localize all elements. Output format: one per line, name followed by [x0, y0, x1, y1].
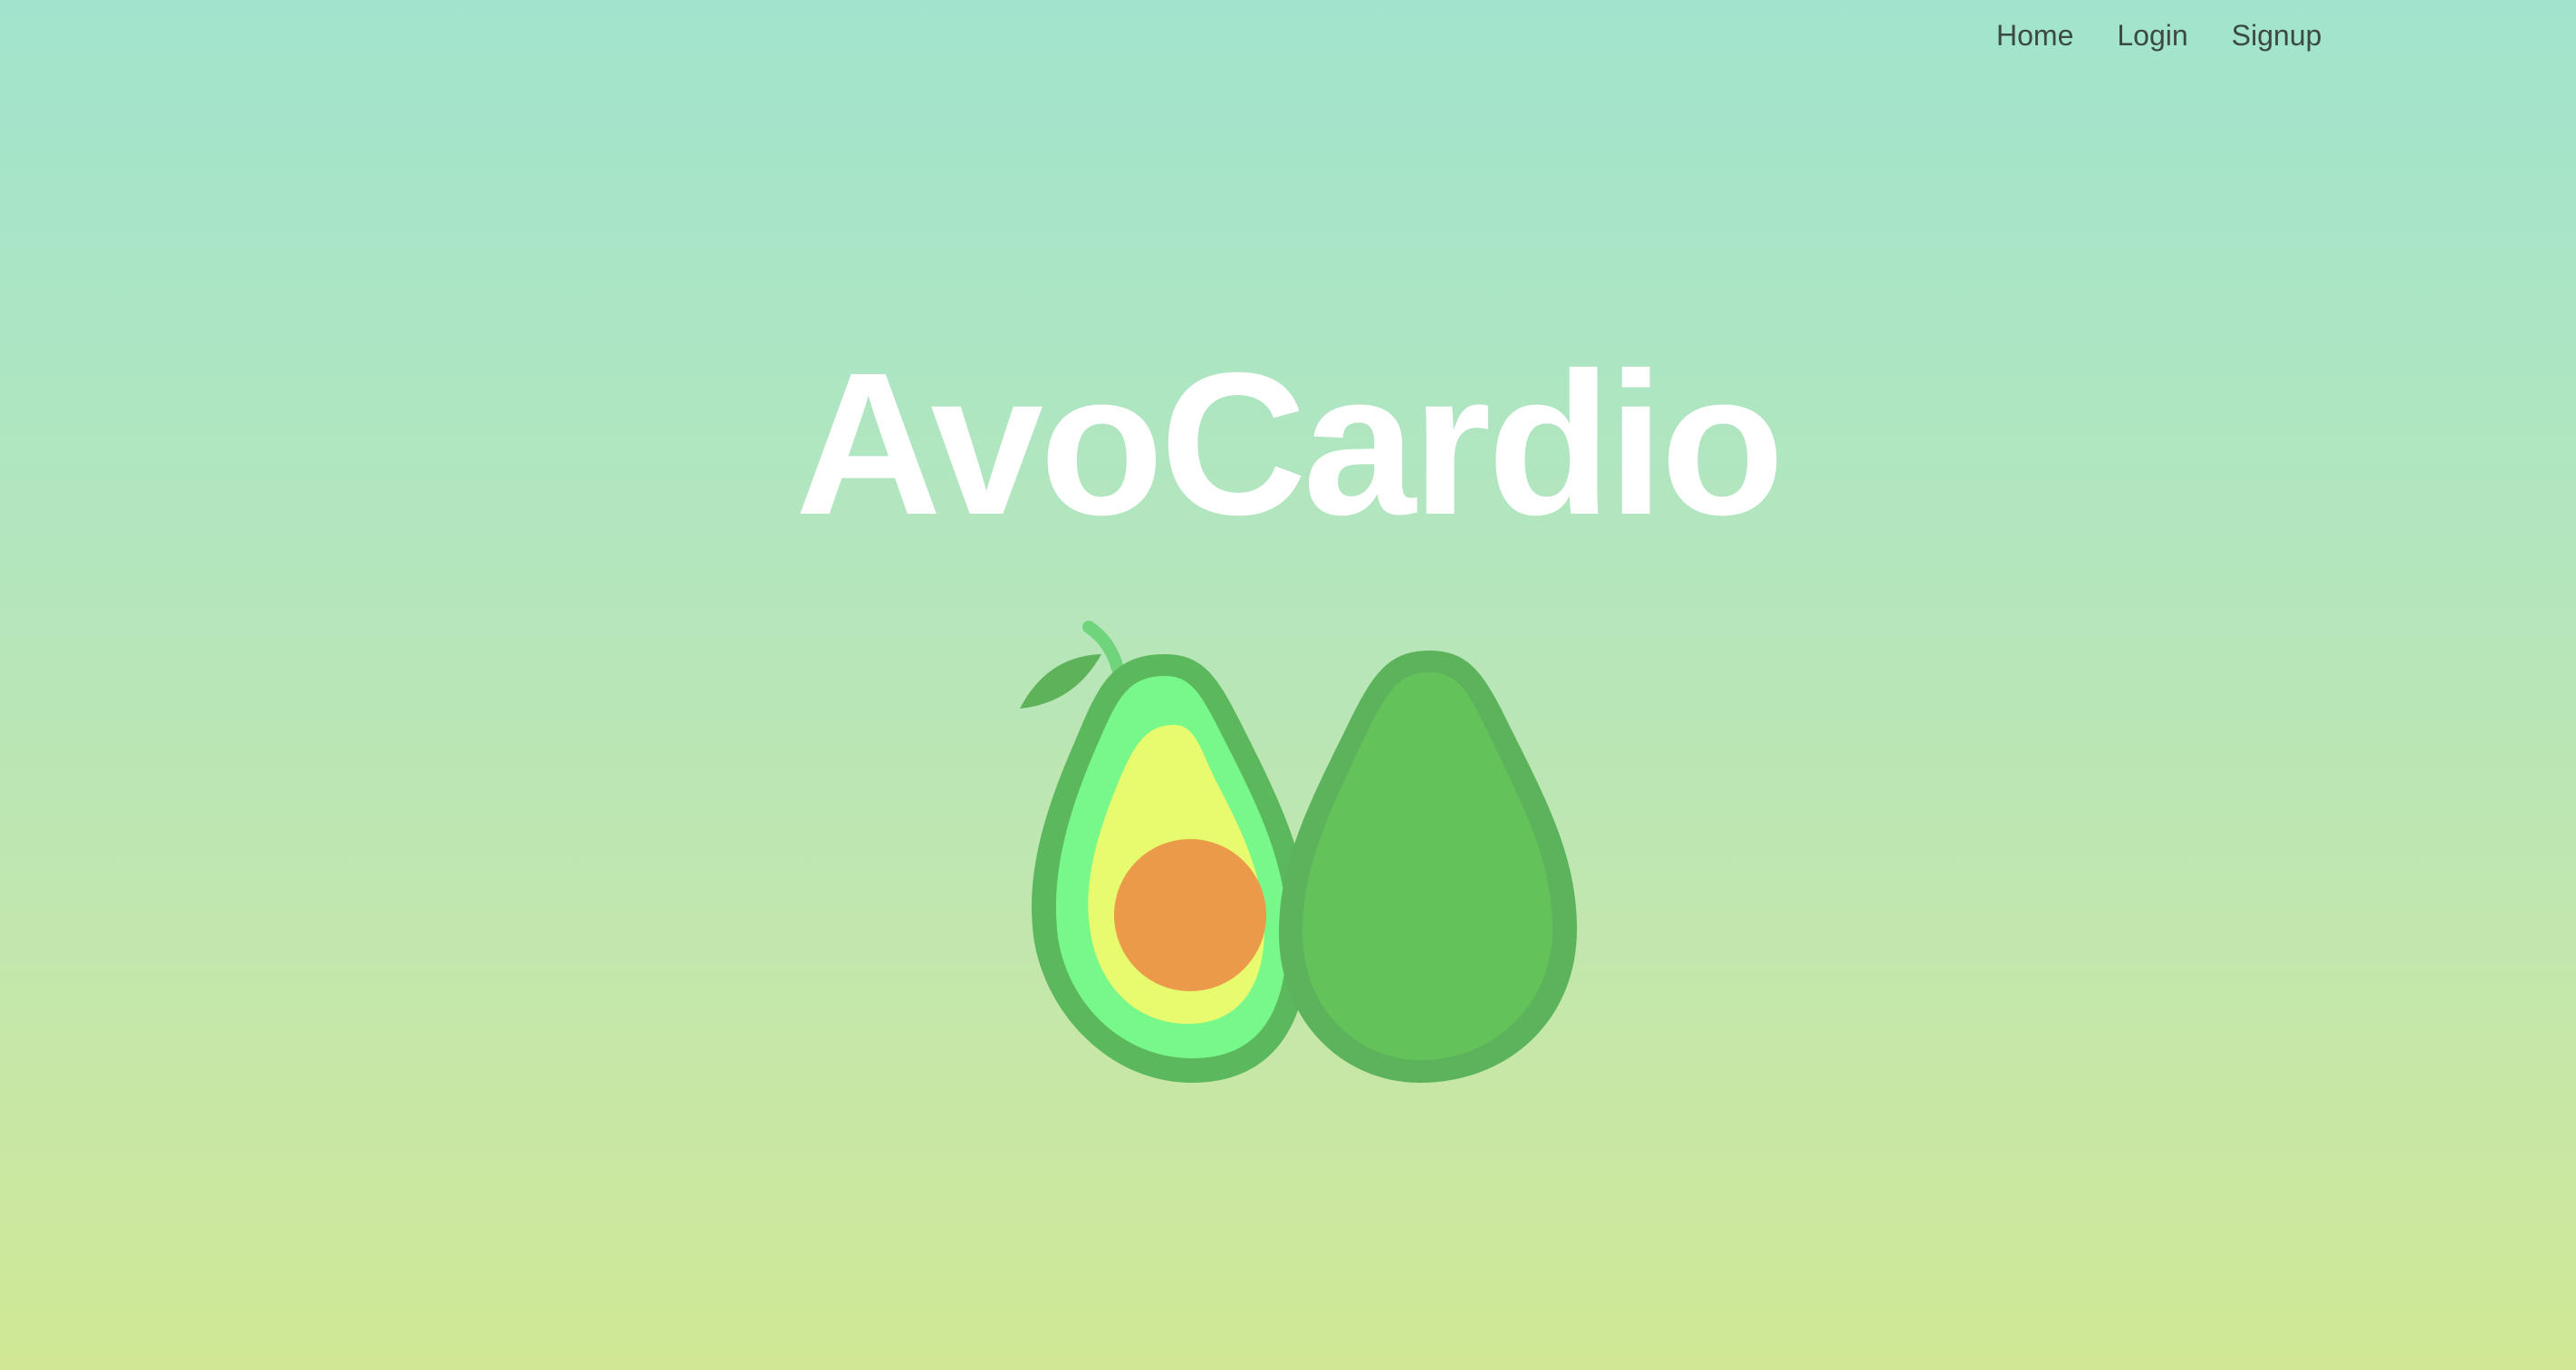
nav-signup-link[interactable]: Signup	[2232, 18, 2322, 53]
avocado-icon	[1011, 616, 1591, 1096]
nav-login-link[interactable]: Login	[2117, 18, 2187, 53]
nav-home-link[interactable]: Home	[1996, 18, 2073, 53]
nav-links: Home Login Signup	[1996, 18, 2321, 53]
top-navbar: Home Login Signup	[0, 0, 2576, 72]
page-title: AvoCardio	[794, 331, 1784, 557]
